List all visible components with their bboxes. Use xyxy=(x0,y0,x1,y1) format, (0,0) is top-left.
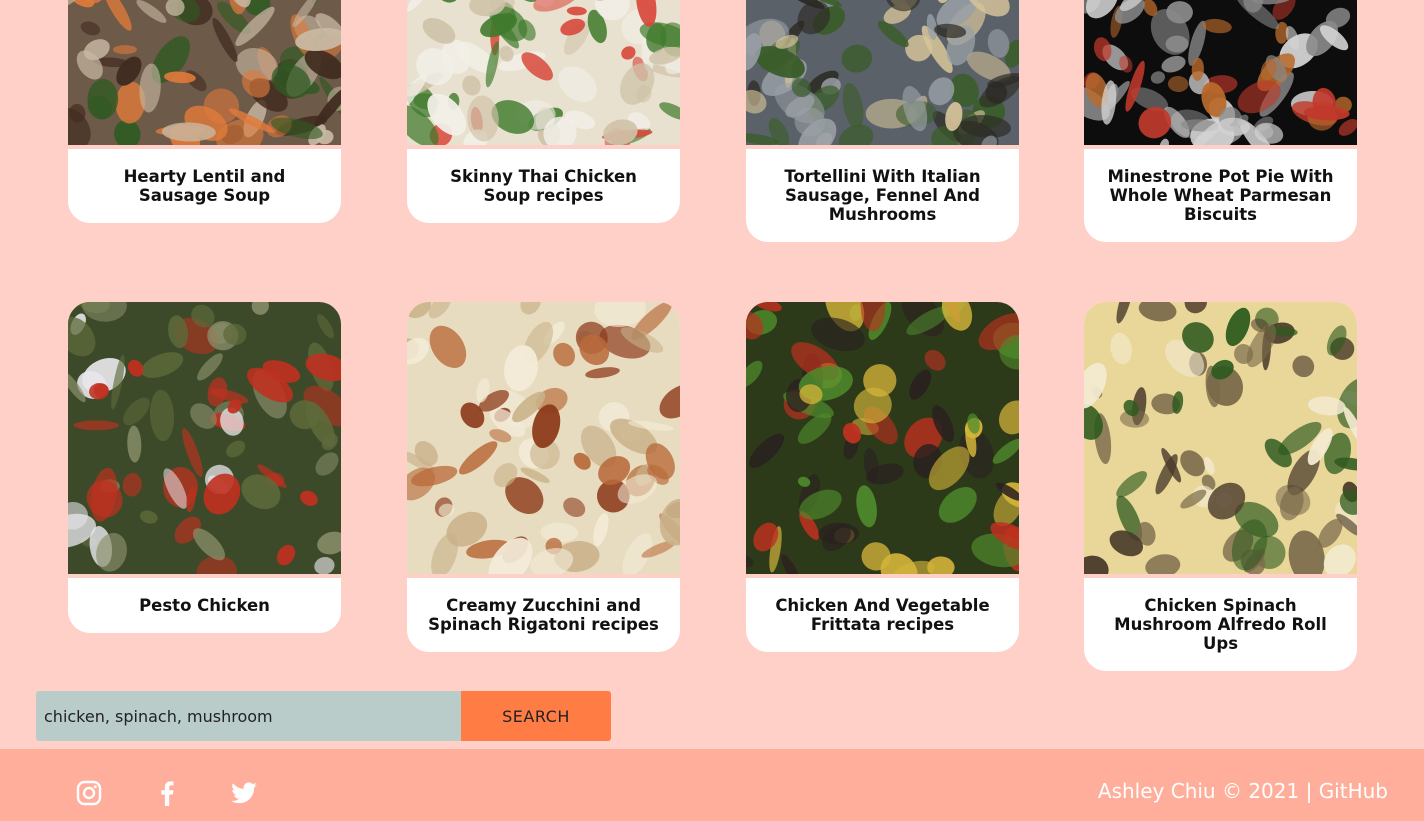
recipe-card[interactable]: Chicken Spinach Mushroom Alfredo Roll Up… xyxy=(1084,302,1357,671)
alfredo-roll-ups-photo xyxy=(1084,302,1357,574)
recipe-title: Minestrone Pot Pie With Whole Wheat Parm… xyxy=(1107,167,1334,224)
search-button[interactable]: SEARCH xyxy=(461,691,611,741)
lentil-sausage-soup-photo xyxy=(68,0,341,145)
facebook-icon xyxy=(161,781,174,806)
facebook-link[interactable] xyxy=(152,778,182,808)
minestrone-pot-pie-photo xyxy=(1084,0,1357,145)
github-link[interactable]: GitHub xyxy=(1319,779,1388,803)
recipe-title: Tortellini With Italian Sausage, Fennel … xyxy=(784,167,981,224)
recipe-title: Skinny Thai Chicken Soup recipes xyxy=(450,167,637,205)
twitter-icon xyxy=(231,782,257,804)
recipe-card[interactable]: Hearty Lentil and Sausage Soup xyxy=(68,0,341,223)
search-form: SEARCH xyxy=(36,691,611,741)
recipe-card[interactable]: Creamy Zucchini and Spinach Rigatoni rec… xyxy=(407,302,680,652)
instagram-icon xyxy=(76,780,102,806)
recipe-photo[interactable] xyxy=(407,0,680,145)
pesto-chicken-photo xyxy=(68,302,341,574)
recipe-photo[interactable] xyxy=(746,0,1019,145)
recipe-card[interactable]: Chicken And Vegetable Frittata recipes xyxy=(746,302,1019,652)
recipe-photo[interactable] xyxy=(68,0,341,145)
ingredient-search-input[interactable] xyxy=(36,691,461,741)
recipe-photo[interactable] xyxy=(1084,0,1357,145)
recipe-title: Chicken Spinach Mushroom Alfredo Roll Up… xyxy=(1114,596,1327,653)
recipe-title: Pesto Chicken xyxy=(139,596,270,615)
footer-credit: Ashley Chiu © 2021 | GitHub xyxy=(1098,778,1388,804)
recipe-photo[interactable] xyxy=(407,302,680,574)
recipe-title: Chicken And Vegetable Frittata recipes xyxy=(775,596,990,634)
zucchini-rigatoni-photo xyxy=(407,302,680,574)
copyright-text: Ashley Chiu © 2021 | xyxy=(1097,779,1319,803)
recipe-card[interactable]: Minestrone Pot Pie With Whole Wheat Parm… xyxy=(1084,0,1357,242)
chicken-frittata-photo xyxy=(746,302,1019,574)
recipe-photo[interactable] xyxy=(68,302,341,574)
twitter-link[interactable] xyxy=(229,778,259,808)
tortellini-sausage-photo xyxy=(746,0,1019,145)
recipe-title: Hearty Lentil and Sausage Soup xyxy=(123,167,286,205)
instagram-link[interactable] xyxy=(74,778,104,808)
recipe-photo[interactable] xyxy=(746,302,1019,574)
recipe-card[interactable]: Skinny Thai Chicken Soup recipes xyxy=(407,0,680,223)
recipe-title: Creamy Zucchini and Spinach Rigatoni rec… xyxy=(428,596,659,634)
recipe-card[interactable]: Tortellini With Italian Sausage, Fennel … xyxy=(746,0,1019,242)
recipe-photo[interactable] xyxy=(1084,302,1357,574)
thai-chicken-soup-photo xyxy=(407,0,680,145)
recipe-card[interactable]: Pesto Chicken xyxy=(68,302,341,633)
